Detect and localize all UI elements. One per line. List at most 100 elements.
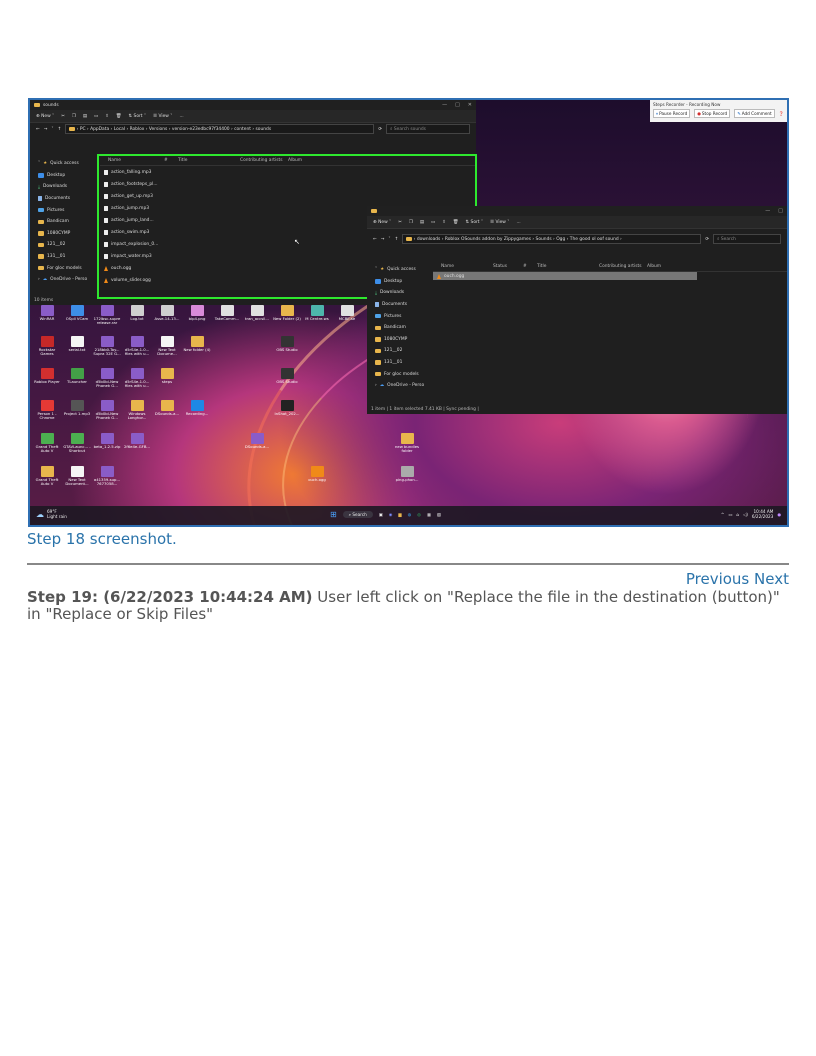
desktop-icon[interactable]: New folder (4) [182, 336, 212, 352]
file-explorer-icon[interactable]: ▆ [398, 512, 401, 517]
app-icon[interactable]: ▧ [437, 512, 441, 517]
previous-link[interactable]: Previous [686, 570, 749, 588]
maximize-icon[interactable]: □ [455, 102, 460, 108]
desktop-icon[interactable]: 2f6e4e-GFB... [122, 433, 152, 449]
nav-131-01[interactable]: 131__01 [367, 357, 425, 369]
pause-record-button[interactable]: ⏸ Pause Record [653, 109, 691, 118]
desktop-icon[interactable]: bip4.png [182, 305, 212, 321]
back-icon[interactable]: ← [373, 237, 377, 242]
nav-1080cymp[interactable]: 1080CYMP [367, 334, 425, 346]
rename-icon[interactable]: ▭ [94, 114, 98, 119]
desktop-icon[interactable]: 172lbsc-supre release.rar [92, 305, 122, 326]
dropdown-icon[interactable]: ˅ [388, 237, 390, 242]
desktop-icon[interactable]: Windows Longhor... [122, 400, 152, 421]
desktop-icon[interactable]: beta_1.2.5.zip [92, 433, 122, 449]
column-name[interactable]: Name [433, 264, 493, 269]
back-icon[interactable]: ← [36, 127, 40, 132]
cut-icon[interactable]: ✂ [61, 114, 65, 119]
desktop-icon[interactable]: d5b0bl-New Phonek G... [92, 368, 122, 389]
explorer-window-oof-sound[interactable]: — □ ⊕ New ˅ ✂ ❐ ▤ ▭ ⇪ 🗑 ⇅ Sort ˅ ☰ View ˅… [367, 206, 787, 414]
desktop-icon[interactable]: tran_accsil... [242, 305, 272, 321]
nav-quick-access[interactable]: ˅ ★ Quick access [367, 264, 425, 276]
view-button[interactable]: ☰ View ˅ [490, 220, 509, 225]
nav-for-gloc-models[interactable]: For gloc models [367, 368, 425, 380]
share-icon[interactable]: ⇪ [105, 114, 109, 119]
window-caption-buttons[interactable]: — □ ✕ [442, 102, 472, 108]
clock[interactable]: 10:44 AM 6/22/2023 [752, 509, 773, 519]
desktop-icon[interactable]: d5rS4e-1.0... files with u... [122, 368, 152, 389]
desktop-icon[interactable]: ouch.ogg [302, 466, 332, 482]
desktop-icon[interactable]: Grand Theft Auto V [32, 433, 62, 454]
nav-121-02[interactable]: 121__02 [367, 345, 425, 357]
view-button[interactable]: ☰ View ˅ [153, 114, 172, 119]
desktop-icon[interactable]: Grand Theft Auto V [32, 466, 62, 487]
column-album[interactable]: Album [647, 264, 661, 269]
search-input[interactable]: ⌕ Search sounds [386, 124, 470, 134]
desktop-icon[interactable]: New Text Docume... [152, 336, 182, 357]
nav-pictures[interactable]: Pictures [30, 204, 90, 216]
volume-icon[interactable]: ◁) [743, 512, 748, 517]
nav-documents[interactable]: Documents [367, 299, 425, 311]
column-title[interactable]: Title [537, 264, 599, 269]
desktop-icon[interactable]: new bundles folder [392, 433, 422, 454]
address-bar[interactable]: › downloads › Roblox OSounds addon by Zi… [402, 234, 702, 244]
next-link[interactable]: Next [754, 570, 789, 588]
rename-icon[interactable]: ▭ [431, 220, 435, 225]
desktop-icon[interactable]: Asse-14-13... [152, 305, 182, 321]
forward-icon[interactable]: → [381, 237, 385, 242]
nav-onedrive[interactable]: › ☁ OneDrive - Perso [367, 380, 425, 392]
delete-icon[interactable]: 🗑 [116, 114, 122, 119]
notification-icon[interactable]: ● [777, 512, 781, 517]
address-bar[interactable]: › PC › AppData › Local › Roblox › Versio… [65, 124, 375, 134]
forward-icon[interactable]: → [44, 127, 48, 132]
chrome-icon[interactable]: ◎ [417, 512, 421, 517]
weather-widget[interactable]: ☁ 69°F Light rain [36, 509, 67, 519]
nav-bandicam[interactable]: Bandicam [30, 216, 90, 228]
nav-downloads[interactable]: ⤓ Downloads [367, 287, 425, 299]
desktop-icon[interactable]: M Centre.ws [302, 305, 332, 321]
desktop-icon[interactable]: a41359-sup... 7677058... [92, 466, 122, 487]
windows-start-icon[interactable]: ⊞ [330, 510, 337, 519]
edge-icon[interactable]: ◍ [408, 512, 412, 517]
desktop-icon[interactable]: serial.txt [62, 336, 92, 352]
sort-button[interactable]: ⇅ Sort ˅ [128, 114, 146, 119]
desktop-icon[interactable]: DSounds-a... [242, 433, 272, 449]
new-button[interactable]: ⊕ New ˅ [373, 220, 391, 225]
stop-record-button[interactable]: ● Stop Record [694, 109, 731, 118]
cut-icon[interactable]: ✂ [398, 220, 402, 225]
nav-bandicam[interactable]: Bandicam [367, 322, 425, 334]
paste-icon[interactable]: ▤ [420, 220, 424, 225]
desktop-icon[interactable]: MCBE.se [332, 305, 362, 321]
column-number[interactable]: # [523, 264, 537, 269]
desktop-icon[interactable]: OBS Studio [272, 368, 302, 384]
nav-121-02[interactable]: 121__02 [30, 239, 90, 251]
maximize-icon[interactable]: □ [778, 208, 783, 214]
taskbar-search[interactable]: ⌕ Search [342, 511, 373, 518]
share-icon[interactable]: ⇪ [442, 220, 446, 225]
nav-for-gloc-models[interactable]: For gloc models [30, 262, 90, 274]
nav-onedrive[interactable]: › ☁ OneDrive - Perso [30, 274, 90, 286]
up-icon[interactable]: ↑ [58, 127, 62, 132]
copy-icon[interactable]: ❐ [409, 220, 413, 225]
desktop-icon[interactable]: Project 1.mp3 [62, 400, 92, 416]
desktop-icon[interactable]: Recording... [182, 400, 212, 416]
window-caption-buttons[interactable]: — □ [765, 208, 783, 214]
column-contributing-artists[interactable]: Contributing artists [599, 264, 647, 269]
chevron-up-icon[interactable]: ^ [721, 512, 725, 517]
desktop-icon[interactable]: OSpll VCam [62, 305, 92, 321]
dropdown-icon[interactable]: ˅ [51, 127, 53, 132]
close-icon[interactable]: ✕ [468, 102, 472, 108]
desktop-icon[interactable]: New Folder (2) [272, 305, 302, 321]
up-icon[interactable]: ↑ [395, 237, 399, 242]
add-comment-button[interactable]: ✎ Add Comment [734, 109, 775, 118]
desktop-icon[interactable]: Roblox Player [32, 368, 62, 384]
network-icon[interactable]: ⌂ [736, 512, 739, 517]
desktop-icon[interactable]: Person 1 - Chrome [32, 400, 62, 421]
store-icon[interactable]: ▦ [427, 512, 431, 517]
desktop-icon[interactable]: GTAVLaunc... - Shortcut [62, 433, 92, 454]
refresh-icon[interactable]: ⟳ [705, 237, 709, 242]
nav-quick-access[interactable]: ˅ ★ Quick access [30, 158, 90, 170]
minimize-icon[interactable]: — [765, 208, 770, 214]
paste-icon[interactable]: ▤ [83, 114, 87, 119]
file-row-selected[interactable]: ouch.ogg [433, 272, 697, 280]
